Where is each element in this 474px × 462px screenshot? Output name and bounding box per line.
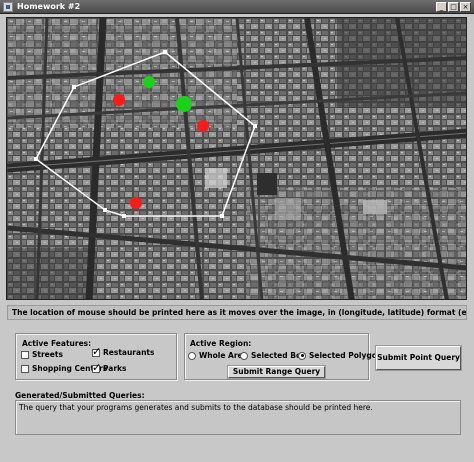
queries-output[interactable]: The query that your programs generates a… <box>15 400 461 435</box>
selected-box-radio[interactable]: Selected Box <box>240 351 306 360</box>
checkbox-box[interactable] <box>21 364 29 373</box>
window-title: Homework #2 <box>17 2 81 11</box>
features-title: Active Features: <box>22 339 92 348</box>
app-icon <box>3 2 13 12</box>
polygon-vertex <box>163 50 167 54</box>
polygon-vertex <box>220 214 224 218</box>
queries-section: Generated/Submitted Queries: The query t… <box>15 391 461 440</box>
radio-circle[interactable] <box>188 351 196 360</box>
park-point[interactable] <box>176 96 192 112</box>
restaurant-point[interactable] <box>130 197 142 209</box>
whole-area-radio[interactable]: Whole Area <box>188 351 248 360</box>
streets-checkbox[interactable]: Streets <box>21 350 63 359</box>
title-bar: Homework #2 _ □ × <box>0 0 474 14</box>
selected-polygon-label: Selected Polygon <box>309 351 383 360</box>
map-canvas[interactable] <box>7 18 467 300</box>
park-point[interactable] <box>143 76 155 88</box>
map-background <box>7 18 466 299</box>
selected-polygon-radio[interactable]: Selected Polygon <box>298 351 382 360</box>
radio-circle[interactable] <box>298 351 306 360</box>
radio-circle[interactable] <box>240 351 248 360</box>
checkbox-box[interactable] <box>92 345 101 358</box>
active-features-panel: Active Features: Streets Restaurants Sho… <box>15 333 177 380</box>
restaurants-checkbox[interactable]: Restaurants <box>92 345 155 358</box>
polygon-vertex <box>122 214 126 218</box>
streets-label: Streets <box>32 350 63 359</box>
polygon-vertex <box>34 157 38 161</box>
restaurants-label: Restaurants <box>103 348 155 357</box>
close-button[interactable]: × <box>460 2 471 12</box>
satellite-map[interactable] <box>6 17 467 300</box>
checkbox-box[interactable] <box>92 361 101 374</box>
restaurant-point[interactable] <box>197 120 209 132</box>
submit-range-query-button[interactable]: Submit Range Query <box>228 366 325 378</box>
parks-checkbox[interactable]: Parks <box>92 361 127 374</box>
mouse-location-bar: The location of mouse should be printed … <box>7 305 467 320</box>
polygon-vertex <box>103 208 107 212</box>
polygon-vertex <box>253 124 257 128</box>
region-title: Active Region: <box>190 339 252 348</box>
minimize-button[interactable]: _ <box>436 2 447 12</box>
checkbox-box[interactable] <box>21 350 29 359</box>
parks-label: Parks <box>103 364 127 373</box>
restaurant-point[interactable] <box>113 94 125 106</box>
submit-point-query-button[interactable]: Submit Point Query <box>376 346 461 370</box>
maximize-button[interactable]: □ <box>448 2 459 12</box>
polygon-vertex <box>72 85 76 89</box>
queries-title: Generated/Submitted Queries: <box>15 391 145 400</box>
